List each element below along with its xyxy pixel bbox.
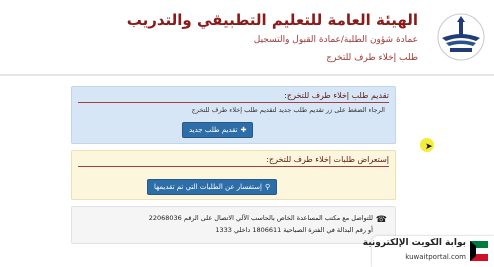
panel-divider (78, 102, 389, 103)
search-icon: ⚲ (264, 183, 271, 191)
review-requests-panel: إستعراض طلبات إخلاء طرف للتخرج: ⚲إستفسار… (71, 150, 396, 200)
watermark-url: kuwaitportal.com (405, 253, 466, 261)
watermark-title: بوابة الكويت الإلكترونية (362, 238, 466, 248)
new-request-instruction: الرجاء الضغط على زر تقديم طلب جديد لتقدي… (191, 106, 385, 114)
new-request-button[interactable]: ✚تقديم طلب جديد (182, 122, 254, 138)
new-request-panel: تقديم طلب إخلاء طرف للتخرج: الرجاء الضغط… (71, 86, 396, 144)
phone-icon: ☎ (375, 215, 387, 225)
contact-line-2: أو رقم البدالة في الفترة الصباحية 180661… (215, 226, 373, 234)
review-requests-panel-title: إستعراض طلبات إخلاء طرف للتخرج: (266, 155, 389, 164)
new-request-panel-title: تقديم طلب إخلاء طرف للتخرج: (284, 91, 389, 100)
page-title: طلب إخلاء طرف للتخرج (326, 53, 418, 63)
page-header-subtitle: عمادة شؤون الطلبة/عمادة القبول والتسجيل (253, 35, 418, 45)
inquire-requests-button-label: إستفسار عن الطلبات التي تم تقديمها (154, 183, 262, 191)
header: الهيئة العامة للتعليم التطبيقي والتدريب … (0, 0, 494, 74)
inquire-requests-button[interactable]: ⚲إستفسار عن الطلبات التي تم تقديمها (147, 179, 278, 195)
contact-panel: ☎ للتواصل مع مكتب المساعدة الخاص بالحاسب… (71, 206, 396, 244)
page-header-title: الهيئة العامة للتعليم التطبيقي والتدريب (126, 11, 418, 29)
mouse-cursor-icon: ➤ (425, 142, 433, 152)
kuwait-flag-icon (470, 241, 488, 261)
new-request-button-label: تقديم طلب جديد (189, 126, 238, 134)
contact-line-1: للتواصل مع مكتب المساعدة الخاص بالحاسب ا… (148, 214, 373, 222)
header-divider (0, 74, 494, 76)
watermark: بوابة الكويت الإلكترونية kuwaitportal.co… (363, 236, 494, 267)
plus-icon: ✚ (240, 126, 247, 134)
paaet-logo-icon (437, 13, 485, 61)
panel-divider (78, 166, 389, 167)
